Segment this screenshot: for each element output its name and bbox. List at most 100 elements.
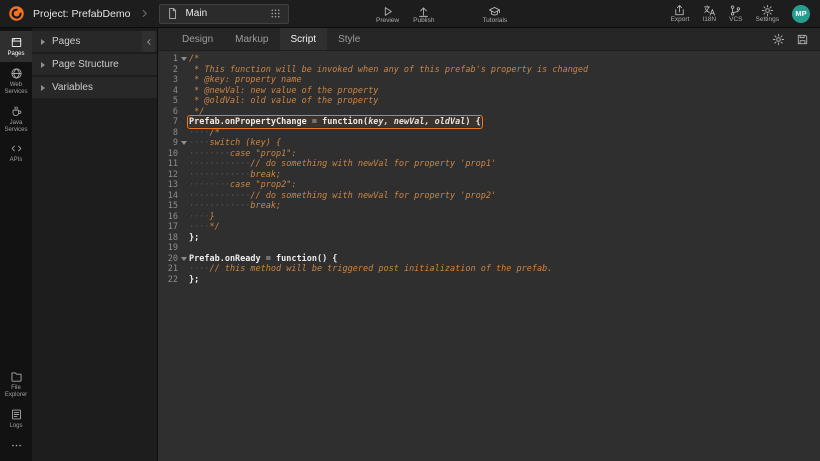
preview-label: Preview — [376, 17, 399, 24]
sidebar-item-apis[interactable]: APIs — [0, 137, 32, 168]
code-text: ····} — [189, 212, 215, 223]
code-token: } — [209, 212, 214, 222]
fold-marker-icon[interactable] — [178, 57, 189, 61]
code-token: * @key: property name — [189, 75, 302, 85]
code-token: case "prop2": — [230, 180, 297, 190]
web-services-icon — [10, 67, 23, 80]
code-line[interactable]: 4 * @newVal: new value of the property — [158, 86, 820, 97]
caret-right-icon — [41, 62, 45, 68]
code-line[interactable]: 5 * @oldVal: old value of the property — [158, 96, 820, 107]
code-text: * @oldVal: old value of the property — [189, 96, 378, 107]
code-line[interactable]: 6 */ — [158, 107, 820, 118]
code-text: ············break; — [189, 201, 281, 212]
code-line[interactable]: 2 * This function will be invoked when a… — [158, 65, 820, 76]
code-line[interactable]: 7Prefab.onPropertyChange = function(key,… — [158, 117, 820, 128]
code-line[interactable]: 16 ····} — [158, 212, 820, 223]
code-line[interactable]: 19 — [158, 243, 820, 254]
fold-marker-icon[interactable] — [178, 257, 189, 261]
code-text: ········case "prop2": — [189, 180, 296, 191]
rail-bottom: File Explorer Logs — [0, 365, 32, 461]
workspace: DesignMarkupScriptStyle 1/*2 * This func… — [158, 28, 820, 461]
code-token: ) { — [465, 117, 480, 127]
sidebar-item-more[interactable] — [0, 434, 32, 456]
sidebar-item-label: Logs — [9, 423, 22, 430]
code-line[interactable]: 1/* — [158, 54, 820, 65]
code-token: case "prop1": — [230, 149, 297, 159]
code-line[interactable]: 11············// do something with newVa… — [158, 159, 820, 170]
editor-settings-button[interactable] — [772, 33, 785, 46]
code-token: Prefab.onReady — [189, 254, 266, 264]
code-token: // do something with newVal for property… — [250, 191, 496, 201]
panel-section-variables[interactable]: Variables — [32, 77, 157, 98]
code-line[interactable]: 3 * @key: property name — [158, 75, 820, 86]
code-line[interactable]: 17····*/ — [158, 222, 820, 233]
panel-section-pages[interactable]: Pages — [32, 31, 157, 52]
sidebar-item-web-services[interactable]: Web Services — [0, 62, 32, 100]
code-token: = — [266, 254, 276, 264]
code-line[interactable]: 10········case "prop1": — [158, 149, 820, 160]
preview-button[interactable]: Preview — [376, 5, 399, 24]
publish-button[interactable]: Publish — [413, 5, 434, 24]
caret-right-icon — [41, 85, 45, 91]
code-editor[interactable]: 1/*2 * This function will be invoked whe… — [158, 51, 820, 461]
tutorials-label: Tutorials — [482, 17, 507, 24]
line-number: 5 — [158, 96, 178, 107]
settings-button[interactable]: Settings — [756, 4, 780, 23]
line-number: 21 — [158, 264, 178, 275]
code-text: */ — [189, 107, 204, 118]
code-line[interactable]: 18}; — [158, 233, 820, 244]
sidebar-item-pages[interactable]: Pages — [0, 31, 32, 62]
user-avatar[interactable]: MP — [792, 5, 810, 23]
code-token: ············ — [189, 159, 250, 169]
tab-style[interactable]: Style — [327, 28, 371, 50]
code-token: function() { — [276, 254, 337, 264]
code-line[interactable]: 15············break; — [158, 201, 820, 212]
code-line[interactable]: 21····// this method will be triggered p… — [158, 264, 820, 275]
code-token: * @newVal: new value of the property — [189, 86, 378, 96]
tutorials-button[interactable]: Tutorials — [482, 5, 507, 24]
sidebar-item-label: Pages — [7, 51, 24, 58]
editor-toolbar — [772, 28, 820, 50]
code-line[interactable]: 12············break; — [158, 170, 820, 181]
export-button[interactable]: Export — [671, 4, 690, 23]
page-icon — [166, 7, 179, 20]
i18n-button[interactable]: I18N — [702, 4, 716, 23]
collapse-panel-button[interactable] — [142, 31, 155, 52]
code-token: key, newVal, oldVal — [368, 117, 465, 127]
sidebar-item-java-services[interactable]: Java Services — [0, 100, 32, 138]
grid-icon[interactable] — [269, 7, 282, 20]
code-line[interactable]: 20 Prefab.onReady = function() { — [158, 254, 820, 265]
code-text: /* — [189, 54, 199, 65]
page-selector[interactable]: Main — [159, 4, 289, 24]
code-line[interactable]: 8····/* — [158, 128, 820, 139]
code-line[interactable]: 14············// do something with newVa… — [158, 191, 820, 202]
code-text: * This function will be invoked when any… — [189, 65, 588, 76]
fold-marker-icon[interactable] — [178, 141, 189, 145]
sidebar-item-label: File Explorer — [2, 385, 30, 399]
tab-design[interactable]: Design — [171, 28, 224, 50]
page-selector-value: Main — [185, 8, 263, 19]
code-token: ············ — [189, 191, 250, 201]
app-window: Project: PrefabDemo Main PreviewPublishT… — [0, 0, 820, 461]
code-lines: 1/*2 * This function will be invoked whe… — [158, 54, 820, 285]
code-text: }; — [189, 275, 199, 286]
panel-section-page-structure[interactable]: Page Structure — [32, 54, 157, 75]
save-button[interactable] — [796, 33, 809, 46]
code-line[interactable]: 9····switch (key) { — [158, 138, 820, 149]
line-number: 2 — [158, 65, 178, 76]
more-icon — [10, 439, 23, 452]
code-token: break; — [250, 201, 281, 211]
tab-script[interactable]: Script — [280, 28, 328, 50]
topbar-actions: Preview Publish Tutorials — [376, 1, 507, 28]
code-line[interactable]: 22}; — [158, 275, 820, 286]
tab-markup[interactable]: Markup — [224, 28, 279, 50]
line-number: 18 — [158, 233, 178, 244]
vcs-button[interactable]: VCS — [729, 4, 742, 23]
line-number: 20 — [158, 254, 178, 265]
sidebar-item-logs[interactable]: Logs — [0, 403, 32, 434]
line-number: 16 — [158, 212, 178, 223]
code-token: = — [312, 117, 322, 127]
app-logo-icon[interactable] — [8, 5, 25, 22]
code-line[interactable]: 13········case "prop2": — [158, 180, 820, 191]
sidebar-item-file-explorer[interactable]: File Explorer — [0, 365, 32, 403]
